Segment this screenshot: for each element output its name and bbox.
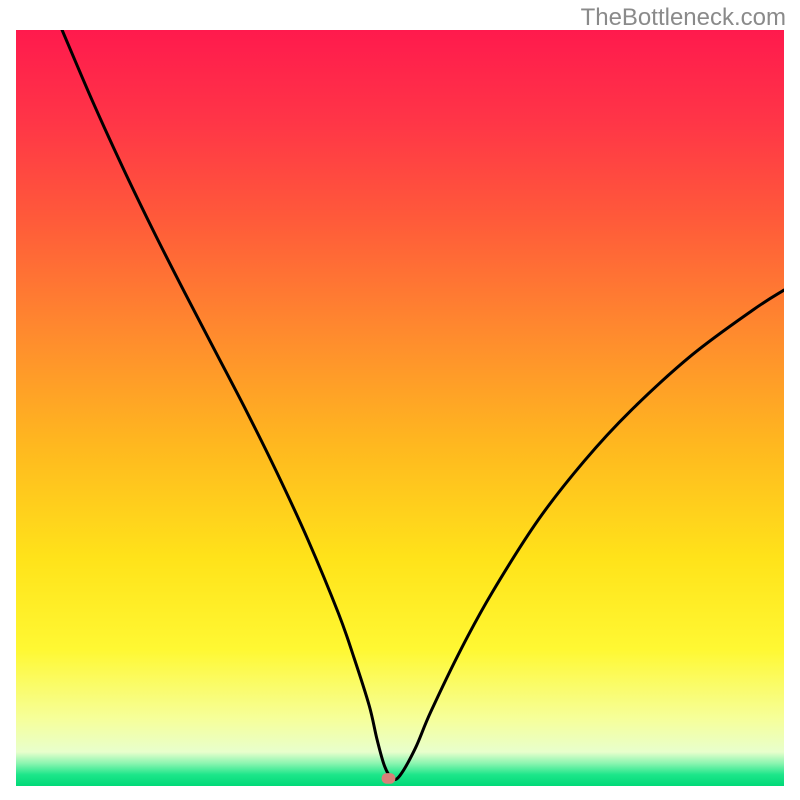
chart-container [16, 30, 784, 786]
bottleneck-chart [16, 30, 784, 786]
min-point-marker [382, 773, 396, 784]
chart-background [16, 30, 784, 786]
watermark-text: TheBottleneck.com [581, 4, 786, 32]
